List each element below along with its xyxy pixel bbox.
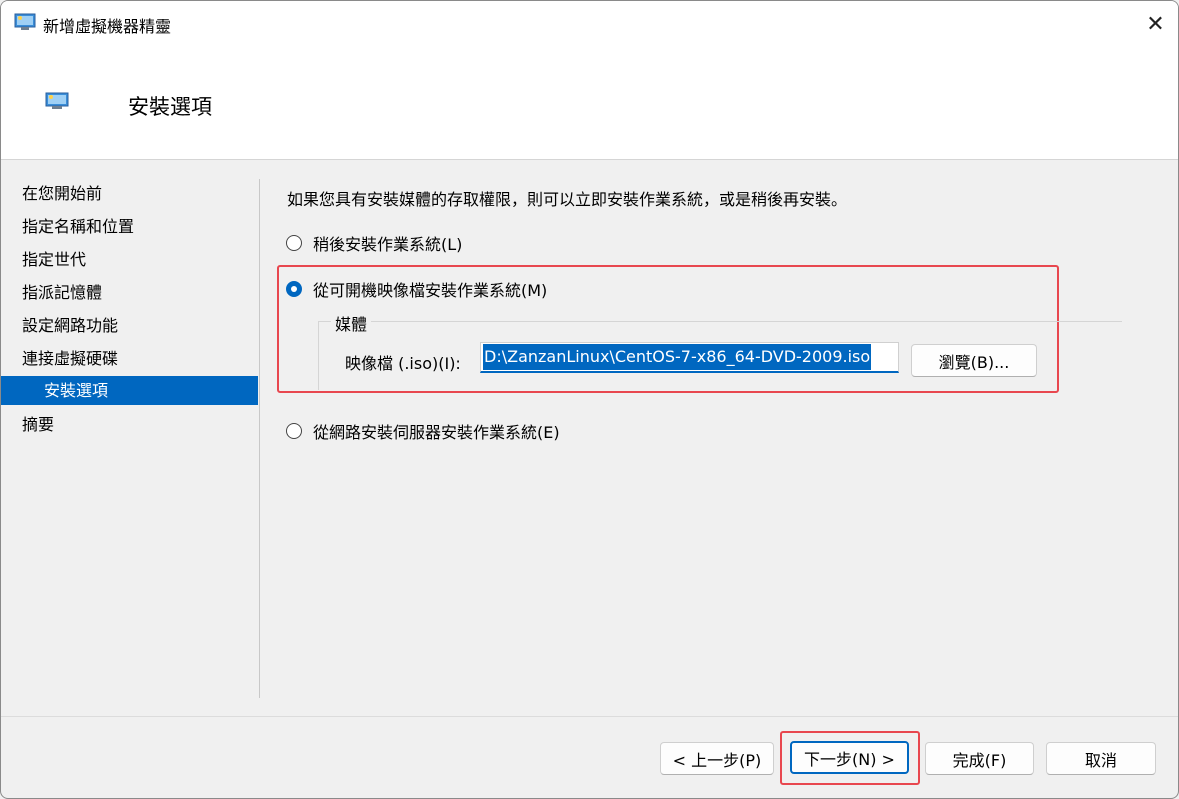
option-network-install[interactable]: 從網路安裝伺服器安裝作業系統(E)	[286, 419, 560, 443]
intro-text: 如果您具有安裝媒體的存取權限，則可以立即安裝作業系統，或是稍後再安裝。	[287, 190, 848, 209]
option-install-later-label: 稍後安裝作業系統(L)	[313, 235, 463, 254]
close-icon[interactable]: ✕	[1133, 1, 1178, 47]
radio-install-later[interactable]	[286, 235, 302, 251]
media-group-label: 媒體	[331, 311, 372, 335]
next-button[interactable]: 下一步(N) >	[790, 741, 909, 774]
footer-divider	[1, 716, 1178, 717]
radio-bootable-image[interactable]	[286, 281, 302, 297]
sidebar-item-name-location[interactable]: 指定名稱和位置	[1, 212, 258, 241]
sidebar-item-generation[interactable]: 指定世代	[1, 245, 258, 274]
wizard-window: 新增虛擬機器精靈 ✕ 安裝選項 在您開始前 指定名稱和位置 指定世代 指派記憶體…	[0, 0, 1179, 799]
option-network-install-label: 從網路安裝伺服器安裝作業系統(E)	[313, 423, 560, 442]
sidebar-item-networking[interactable]: 設定網路功能	[1, 311, 258, 340]
option-bootable-image[interactable]: 從可開機映像檔安裝作業系統(M)	[286, 277, 547, 301]
iso-path-value: D:\ZanzanLinux\CentOS-7-x86_64-DVD-2009.…	[483, 344, 872, 370]
page-title: 安裝選項	[128, 95, 212, 119]
previous-button[interactable]: < 上一步(P)	[660, 742, 774, 775]
finish-button[interactable]: 完成(F)	[925, 742, 1034, 775]
sidebar-item-before-you-begin[interactable]: 在您開始前	[1, 179, 258, 208]
option-bootable-image-label: 從可開機映像檔安裝作業系統(M)	[313, 281, 548, 300]
sidebar-item-summary[interactable]: 摘要	[1, 410, 258, 439]
iso-field-label: 映像檔 (.iso)(I):	[345, 354, 461, 373]
sidebar-item-virtual-disk[interactable]: 連接虛擬硬碟	[1, 344, 258, 373]
window-title: 新增虛擬機器精靈	[43, 17, 172, 36]
title-bar: 新增虛擬機器精靈 ✕	[1, 1, 1178, 47]
sidebar-item-memory[interactable]: 指派記憶體	[1, 278, 258, 307]
page-header: 安裝選項	[1, 47, 1178, 160]
radio-network-install[interactable]	[286, 423, 302, 439]
option-install-later[interactable]: 稍後安裝作業系統(L)	[286, 231, 462, 255]
cancel-button[interactable]: 取消	[1046, 742, 1156, 775]
iso-path-input[interactable]: D:\ZanzanLinux\CentOS-7-x86_64-DVD-2009.…	[480, 342, 899, 373]
browse-button[interactable]: 瀏覽(B)...	[911, 344, 1037, 377]
virtual-machine-icon	[14, 13, 36, 30]
sidebar-item-installation-options[interactable]: 安裝選項	[1, 376, 258, 405]
header-vm-icon	[45, 92, 69, 109]
divider	[259, 179, 260, 698]
